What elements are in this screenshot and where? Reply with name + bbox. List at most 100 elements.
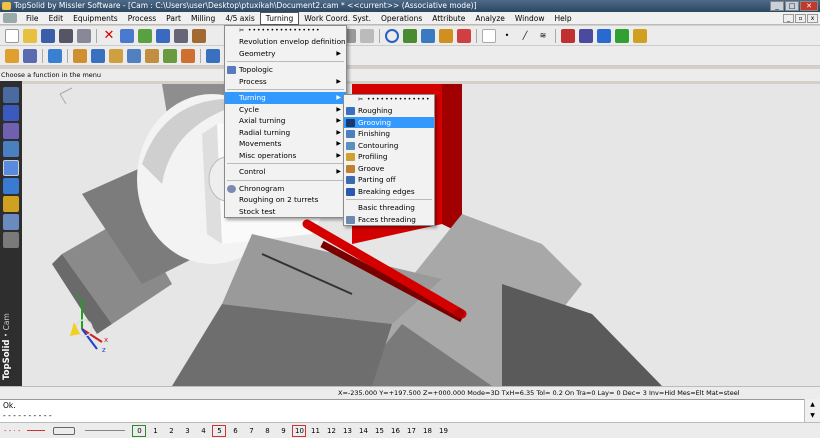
cam-icon-2[interactable] [579,28,593,43]
layer-8[interactable]: 8 [260,426,274,436]
line-type-icon[interactable]: - - · - [4,427,20,435]
submenu-item-contouring[interactable]: Contouring [344,140,434,152]
cam-icon-5[interactable] [633,28,647,43]
sketch-icon[interactable] [3,87,19,103]
mold-icon[interactable] [3,232,19,248]
assembly-icon[interactable] [3,141,19,157]
new-document-icon[interactable] [5,28,19,43]
part-icon[interactable] [48,48,62,63]
render-icon[interactable] [457,28,471,43]
menu-attribute[interactable]: Attribute [427,12,470,25]
scroll-up-icon[interactable]: ▲ [805,399,820,410]
shading-icon[interactable] [439,28,453,43]
line-width-icon[interactable] [53,426,76,435]
submenu-item-grooving[interactable]: Grooving [344,116,434,128]
menu-item-turning[interactable]: Turning ▶ [225,92,346,104]
menu-item-topologic[interactable]: Topologic [225,64,346,76]
tearoff-handle[interactable]: ✂ •••••••••••••• [344,95,434,105]
cam-icon-3[interactable] [597,28,611,43]
menu-window[interactable]: Window [510,12,550,25]
tearoff-handle[interactable]: ✂ •••••••••••••••• [225,26,346,36]
layer-11[interactable]: 11 [308,426,322,436]
layer-6[interactable]: 6 [228,426,242,436]
cut-icon[interactable] [174,28,188,43]
system-menu-icon[interactable] [3,13,17,23]
nc-code-icon[interactable] [181,48,195,63]
layer-17[interactable]: 17 [404,426,418,436]
draft-icon[interactable] [3,178,19,194]
machine-icon[interactable] [5,48,19,63]
layer-12[interactable]: 12 [324,426,338,436]
menu-item-misc-operations[interactable]: Misc operations ▶ [225,150,346,162]
layer-7[interactable]: 7 [244,426,258,436]
shape-icon[interactable] [3,105,19,121]
menu-part[interactable]: Part [161,12,186,25]
zoom-all-icon[interactable] [403,28,417,43]
menu-item-geometry[interactable]: Geometry ▶ [225,48,346,60]
layer-19[interactable]: 19 [436,426,450,436]
layer-5[interactable]: 5 [212,424,227,437]
stock-icon[interactable] [23,48,37,63]
menu-item-stock-test[interactable]: Stock test [225,206,346,218]
line-color-icon[interactable] [27,430,46,431]
surface-icon[interactable] [3,123,19,139]
snap-options-icon[interactable] [360,28,374,43]
submenu-item-roughing[interactable]: Roughing [344,105,434,117]
submenu-item-finishing[interactable]: Finishing [344,128,434,140]
print-icon[interactable] [77,28,91,43]
color-icon[interactable] [482,28,496,43]
menu-analyze[interactable]: Analyze [470,12,510,25]
submenu-item-profiling[interactable]: Profiling [344,151,434,163]
layer-10[interactable]: 10 [292,424,307,437]
tool-library-icon[interactable] [73,48,87,63]
menu-work-coord[interactable]: Work Coord. Syst. [299,12,376,25]
menu-operations[interactable]: Operations [376,12,427,25]
layer-9[interactable]: 9 [276,426,290,436]
wcs-icon[interactable] [206,48,220,63]
cam-module-icon[interactable] [3,160,19,176]
zoom-icon[interactable] [156,28,170,43]
layer-4[interactable]: 4 [196,426,210,436]
menu-milling[interactable]: Milling [186,12,220,25]
submenu-item-groove[interactable]: Groove [344,163,434,175]
hatch-icon[interactable]: ≋ [536,29,550,43]
submenu-item-breaking-edges[interactable]: Breaking edges [344,186,434,198]
doc-minimize-button[interactable]: _ [783,14,794,23]
layer-0[interactable]: 0 [132,424,147,437]
postprocessor-icon[interactable] [163,48,177,63]
verify-icon[interactable] [145,48,159,63]
menu-4-5-axis[interactable]: 4/5 axis [220,12,259,25]
menu-item-radial-turning[interactable]: Radial turning ▶ [225,127,346,139]
redraw-icon[interactable] [138,28,152,43]
layer-2[interactable]: 2 [164,426,178,436]
maximize-button[interactable]: □ [785,1,799,11]
properties-icon[interactable] [59,28,73,43]
menu-item-movements[interactable]: Movements ▶ [225,138,346,150]
menu-help[interactable]: Help [550,12,577,25]
layer-15[interactable]: 15 [372,426,386,436]
menu-item-control[interactable]: Control ▶ [225,166,346,178]
minimize-button[interactable]: _ [770,1,784,11]
menu-file[interactable]: File [21,12,44,25]
submenu-item-parting-off[interactable]: Parting off [344,174,434,186]
layer-14[interactable]: 14 [356,426,370,436]
zoom-window-icon[interactable] [385,28,399,43]
tool-module-icon[interactable] [3,196,19,212]
scroll-down-icon[interactable]: ▼ [805,410,820,421]
wood-icon[interactable] [3,214,19,230]
menu-equipments[interactable]: Equipments [68,12,123,25]
delete-icon[interactable]: ✕ [102,28,116,43]
holder-icon[interactable] [91,48,105,63]
point-style-icon[interactable]: • [500,29,514,43]
layer-1[interactable]: 1 [148,426,162,436]
close-button[interactable]: ✕ [800,1,818,11]
layer-13[interactable]: 13 [340,426,354,436]
doc-restore-button[interactable]: ▫ [795,14,806,23]
doc-close-button[interactable]: x [807,14,818,23]
menu-item-process[interactable]: Process ▶ [225,76,346,88]
message-scrollbar[interactable]: ▲ ▼ [804,399,820,422]
line-style-icon[interactable]: ╱ [518,29,532,43]
cam-icon-1[interactable] [561,28,575,43]
layer-3[interactable]: 3 [180,426,194,436]
save-icon[interactable] [41,28,55,43]
